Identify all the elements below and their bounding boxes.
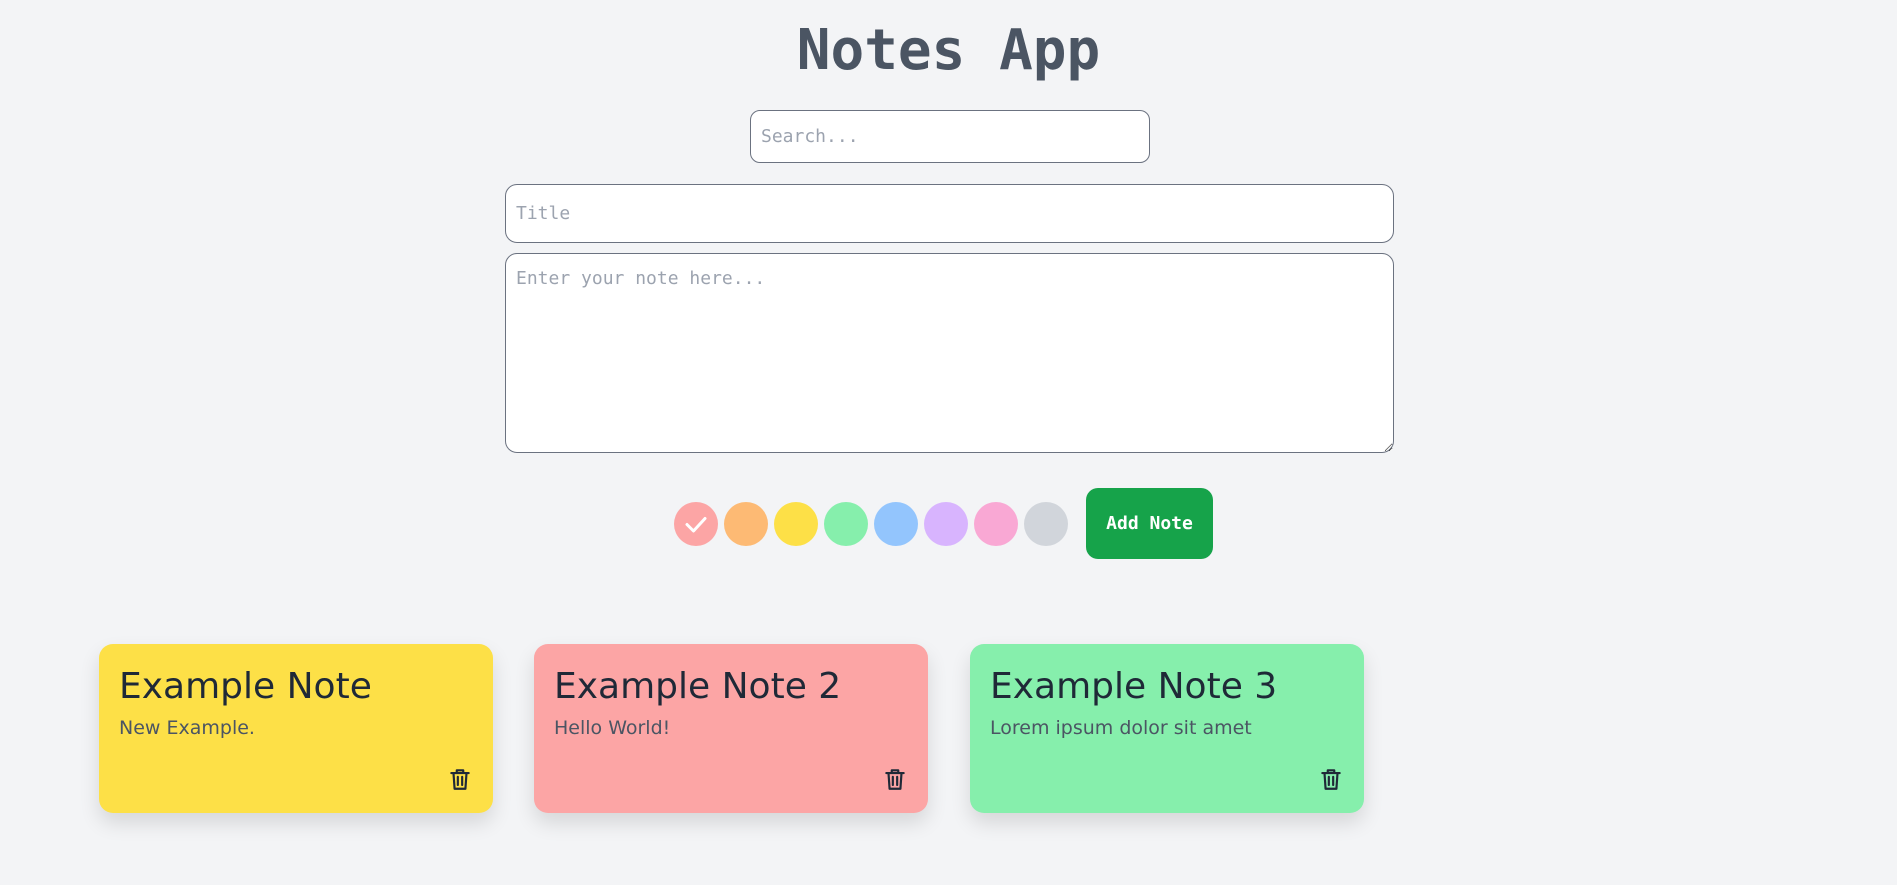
note-title: Example Note xyxy=(119,666,372,707)
color-swatch-purple[interactable] xyxy=(924,502,968,546)
trash-icon[interactable] xyxy=(1318,766,1344,792)
note-title: Example Note 2 xyxy=(554,666,842,707)
color-swatch-green[interactable] xyxy=(824,502,868,546)
trash-icon[interactable] xyxy=(882,766,908,792)
check-icon xyxy=(685,517,707,533)
note-body-textarea[interactable] xyxy=(505,253,1394,453)
add-note-button[interactable]: Add Note xyxy=(1086,488,1213,559)
color-swatch-orange[interactable] xyxy=(724,502,768,546)
color-swatch-yellow[interactable] xyxy=(774,502,818,546)
color-swatch-red[interactable] xyxy=(674,502,718,546)
note-card: Example Note New Example. xyxy=(99,644,493,813)
trash-icon[interactable] xyxy=(447,766,473,792)
note-body: Hello World! xyxy=(554,717,671,739)
page-title: Notes App xyxy=(796,18,1101,83)
color-swatch-gray[interactable] xyxy=(1024,502,1068,546)
note-body: Lorem ipsum dolor sit amet xyxy=(990,717,1252,739)
note-body: New Example. xyxy=(119,717,255,739)
color-swatch-blue[interactable] xyxy=(874,502,918,546)
search-input[interactable] xyxy=(750,110,1150,163)
note-title-input[interactable] xyxy=(505,184,1394,243)
note-title: Example Note 3 xyxy=(990,666,1278,707)
note-card: Example Note 2 Hello World! xyxy=(534,644,928,813)
note-card: Example Note 3 Lorem ipsum dolor sit ame… xyxy=(970,644,1364,813)
color-swatch-pink[interactable] xyxy=(974,502,1018,546)
